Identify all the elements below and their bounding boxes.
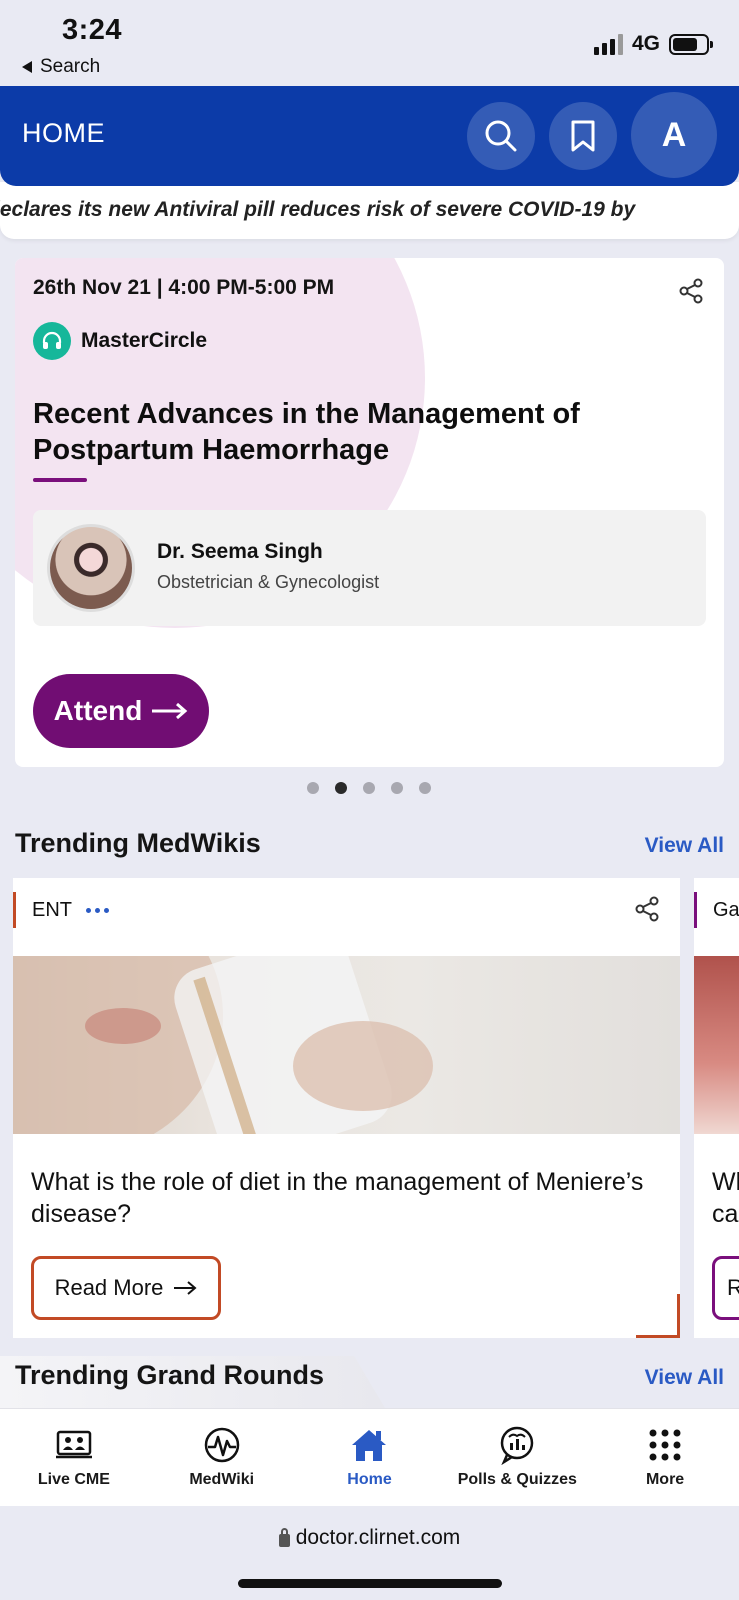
read-more-label: Read More (54, 1275, 164, 1300)
status-bar: 3:24 Search 4G (0, 0, 739, 86)
speaker-avatar (47, 524, 135, 612)
url-text: doctor.clirnet.com (295, 1526, 461, 1549)
news-ticker[interactable]: leclares its new Antiviral pill reduces … (0, 182, 739, 239)
medwiki-tag: Ga (694, 892, 739, 928)
attend-button[interactable]: Attend (33, 674, 209, 748)
home-indicator[interactable] (238, 1579, 502, 1588)
status-indicators: 4G (593, 32, 713, 56)
grand-rounds-section-title: Trending Grand Rounds (15, 1360, 324, 1390)
ticker-text: leclares its new Antiviral pill reduces … (0, 198, 636, 221)
read-more-button[interactable]: R (712, 1256, 739, 1320)
polls-icon (501, 1426, 534, 1465)
nav-label: Home (347, 1471, 392, 1488)
nav-label: Live CME (37, 1471, 110, 1488)
bookmark-button[interactable] (549, 102, 617, 170)
live-cme-icon (55, 1430, 92, 1459)
nav-home[interactable]: Home (296, 1409, 444, 1506)
profile-avatar-button[interactable]: A (631, 92, 717, 178)
bottom-navigation: Live CME MedWiki Home Polls & Quizzes Mo… (0, 1408, 739, 1506)
medwiki-image (694, 956, 739, 1134)
back-to-search-link[interactable]: Search (22, 56, 100, 78)
event-card[interactable]: 26th Nov 21 | 4:00 PM-5:00 PM MasterCirc… (15, 258, 724, 767)
network-type: 4G (631, 32, 660, 55)
corner-accent (636, 1294, 680, 1338)
speaker-box: Dr. Seema Singh Obstetrician & Gynecolog… (33, 510, 706, 626)
carousel-dot-active[interactable] (335, 782, 347, 794)
grid-icon (649, 1429, 681, 1461)
medwiki-card-next[interactable]: Ga Wh ca R (694, 878, 739, 1338)
back-triangle-icon (22, 61, 32, 73)
signal-icon (593, 33, 623, 55)
medwiki-section-title: Trending MedWikis (15, 828, 261, 858)
nav-medwiki[interactable]: MedWiki (148, 1409, 296, 1506)
nav-label: More (645, 1471, 685, 1488)
share-icon[interactable] (634, 896, 660, 922)
browser-url-bar[interactable]: doctor.clirnet.com (0, 1506, 739, 1600)
nav-live-cme[interactable]: Live CME (0, 1409, 148, 1506)
medwiki-tag-label: Ga (713, 898, 739, 921)
medwiki-tag-label: ENT (32, 898, 72, 921)
read-more-button[interactable]: Read More (31, 1256, 221, 1320)
carousel-dots[interactable] (307, 782, 431, 794)
brand-name: MasterCircle (81, 329, 208, 352)
home-icon (352, 1430, 387, 1461)
app-header: HOME A (0, 86, 739, 186)
arrow-right-icon (152, 702, 188, 720)
status-time: 3:24 (62, 14, 123, 46)
speaker-role: Obstetrician & Gynecologist (157, 572, 380, 592)
carousel-dot[interactable] (419, 782, 431, 794)
carousel-dot[interactable] (363, 782, 375, 794)
lock-icon (278, 1527, 290, 1547)
title-underline (33, 478, 87, 482)
bookmark-icon (571, 120, 595, 152)
medwiki-image (13, 956, 680, 1134)
medwiki-icon (204, 1427, 239, 1463)
back-label: Search (40, 56, 101, 77)
arrow-right-icon (174, 1281, 197, 1295)
page-title: HOME (22, 118, 105, 148)
nav-label: MedWiki (189, 1471, 255, 1488)
grand-rounds-view-all-link[interactable]: View All (645, 1366, 724, 1390)
url-display[interactable]: doctor.clirnet.com (0, 1526, 739, 1550)
attend-label: Attend (53, 695, 143, 726)
event-title: Recent Advances in the Management of Pos… (33, 398, 580, 466)
nav-label: Polls & Quizzes (457, 1471, 577, 1488)
battery-icon (669, 33, 713, 55)
search-button[interactable] (467, 102, 535, 170)
medwiki-view-all-link[interactable]: View All (645, 834, 724, 858)
medwiki-card[interactable]: ENT What is the role of diet in the mana… (13, 878, 680, 1338)
medwiki-question: Wh ca (712, 1168, 739, 1228)
headphones-icon (33, 322, 71, 360)
search-icon (485, 120, 517, 152)
event-brand: MasterCircle (33, 322, 207, 360)
carousel-dot[interactable] (307, 782, 319, 794)
more-dots-icon[interactable] (86, 907, 109, 913)
nav-polls-quizzes[interactable]: Polls & Quizzes (443, 1409, 591, 1506)
medwiki-tag: ENT (13, 892, 109, 928)
carousel-dot[interactable] (391, 782, 403, 794)
share-icon[interactable] (678, 278, 704, 304)
nav-more[interactable]: More (591, 1409, 739, 1506)
speaker-name: Dr. Seema Singh (157, 540, 323, 563)
event-datetime: 26th Nov 21 | 4:00 PM-5:00 PM (33, 276, 335, 299)
medwiki-question: What is the role of diet in the manageme… (31, 1168, 644, 1228)
